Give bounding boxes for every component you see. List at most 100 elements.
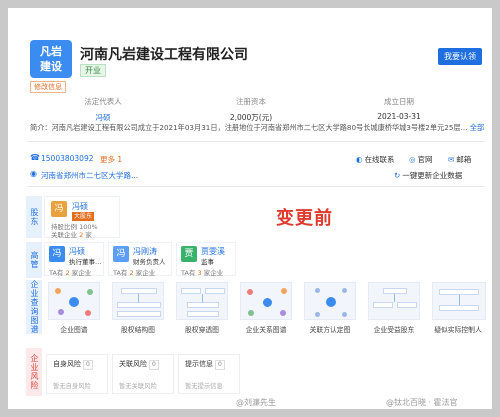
risk-title: 提示信息 0 bbox=[185, 359, 225, 370]
related-risk-card[interactable]: 关联风险 0 暂无关联风险 bbox=[112, 354, 174, 394]
executive-companies[interactable]: TA有 2 家企业 bbox=[49, 267, 91, 277]
graph-label: 股权穿透图 bbox=[185, 326, 219, 334]
executive-card[interactable]: 贾 贾雯溪 监事 TA有 3 家企业 bbox=[176, 242, 236, 277]
risk-side-label: 企业风险 bbox=[26, 348, 42, 396]
relationship-graph-thumbnail[interactable] bbox=[240, 282, 292, 320]
graph-node bbox=[263, 298, 272, 307]
website-button[interactable]: ◎ 官网 bbox=[409, 154, 433, 165]
divider bbox=[28, 141, 484, 142]
headset-icon: ◐ bbox=[356, 155, 363, 164]
executive-card[interactable]: 冯 冯刚涛 财务负责人 TA有 2 家企业 bbox=[108, 242, 172, 277]
company-description: 简介：河南凡岩建设工程有限公司成立于2021年03月31日，注册地位于河南省郑州… bbox=[30, 123, 484, 133]
executives-side-label: 高管 bbox=[26, 242, 42, 278]
online-contact-button[interactable]: ◐ 在线联系 bbox=[356, 154, 395, 165]
enterprise-graph-thumbnail[interactable] bbox=[48, 282, 100, 320]
company-count: 3 bbox=[197, 269, 202, 277]
beneficiary-thumbnail[interactable] bbox=[368, 282, 420, 320]
phone-number[interactable]: 15003803092 bbox=[41, 154, 94, 163]
graph-node bbox=[342, 288, 347, 293]
avatar: 冯 bbox=[51, 201, 67, 217]
avatar: 冯 bbox=[113, 246, 129, 262]
graph-line bbox=[459, 295, 460, 305]
notice-info-card[interactable]: 提示信息 0 暂无提示信息 bbox=[178, 354, 240, 394]
graph-box bbox=[383, 288, 407, 294]
email-button[interactable]: ✉ 邮箱 bbox=[448, 154, 471, 165]
graph-node bbox=[55, 288, 61, 294]
risk-title-text: 提示信息 bbox=[185, 360, 213, 368]
graph-node bbox=[85, 310, 91, 316]
shareholders-side-label: 股东 bbox=[26, 196, 42, 238]
address[interactable]: 河南省郑州市二七区大学路... bbox=[41, 170, 138, 181]
legal-rep-label: 法定代表人 bbox=[84, 97, 122, 106]
graph-label: 企业受益股东 bbox=[373, 326, 415, 334]
executive-card[interactable]: 冯 冯硕 执行董事… TA有 2 家企业 bbox=[44, 242, 104, 277]
graph-box bbox=[205, 288, 225, 294]
risk-count: 0 bbox=[149, 360, 159, 370]
graph-box bbox=[373, 302, 393, 308]
risk-sub: 暂无提示信息 bbox=[185, 383, 223, 390]
shareholder-card[interactable]: 冯 冯硕 大股东 持股比例 100% 关联企业 2 家 bbox=[44, 196, 120, 239]
founded-value: 2021-03-31 bbox=[377, 112, 421, 121]
graph-box bbox=[121, 288, 157, 294]
executive-role: 监事 bbox=[201, 258, 214, 266]
status-badge: 开业 bbox=[80, 64, 106, 77]
legal-rep-value[interactable]: 冯硕 bbox=[38, 112, 168, 123]
graph-label: 企业图谱 bbox=[60, 326, 88, 334]
graph-box bbox=[439, 305, 479, 311]
more-phones-link[interactable]: 更多 1 bbox=[100, 154, 122, 165]
executive-companies[interactable]: TA有 3 家企业 bbox=[181, 267, 223, 277]
risk-count: 0 bbox=[83, 360, 93, 370]
graph-node bbox=[69, 297, 79, 307]
description-more-link[interactable]: 全部 bbox=[470, 123, 484, 132]
ta-prefix: TA有 bbox=[49, 269, 64, 277]
legal-rep-block: 法定代表人 冯硕 bbox=[38, 96, 168, 123]
actual-controller-thumbnail[interactable] bbox=[432, 282, 486, 320]
graph-node bbox=[326, 297, 336, 307]
logo-line-1: 凡岩 bbox=[40, 45, 62, 58]
update-data-button[interactable]: ↻ 一键更新企业数据 bbox=[394, 170, 462, 181]
capital-block: 注册资本 2,000万(元) bbox=[186, 96, 316, 123]
self-risk-card[interactable]: 自身风险 0 暂无自身风险 bbox=[46, 354, 108, 394]
mail-icon: ✉ bbox=[448, 155, 455, 164]
phone-icon: ☎ bbox=[30, 153, 40, 162]
graph-label: 疑似实际控制人 bbox=[434, 326, 482, 334]
edit-info-tag[interactable]: 修改信息 bbox=[30, 81, 66, 93]
claim-button[interactable]: 我要认领 bbox=[438, 48, 482, 65]
executive-companies[interactable]: TA有 2 家企业 bbox=[113, 267, 155, 277]
capital-label: 注册资本 bbox=[236, 97, 266, 106]
company-suffix: 家企业 bbox=[203, 269, 224, 277]
risk-title: 关联风险 0 bbox=[119, 359, 159, 370]
avatar: 贾 bbox=[181, 246, 197, 262]
ta-prefix: TA有 bbox=[113, 269, 128, 277]
capital-value: 2,000万(元) bbox=[229, 113, 273, 122]
location-icon: ◉ bbox=[30, 169, 37, 178]
graph-line bbox=[394, 294, 395, 302]
graph-line bbox=[138, 294, 139, 302]
company-profile-page: 凡岩 建设 河南凡岩建设工程有限公司 开业 我要认领 修改信息 法定代表人 冯硕… bbox=[8, 8, 492, 409]
related-party-thumbnail[interactable] bbox=[304, 282, 356, 320]
refresh-icon: ↻ bbox=[394, 171, 401, 180]
graph-box bbox=[187, 311, 219, 317]
graph-line bbox=[202, 294, 203, 302]
founded-block: 成立日期 2021-03-31 bbox=[334, 96, 464, 121]
company-name: 河南凡岩建设工程有限公司 bbox=[80, 47, 248, 63]
risk-sub: 暂无关联风险 bbox=[119, 383, 157, 390]
online-contact-label: 在线联系 bbox=[364, 155, 395, 164]
graph-node bbox=[281, 288, 287, 294]
company-logo: 凡岩 建设 bbox=[30, 40, 72, 78]
founded-label: 成立日期 bbox=[384, 97, 414, 106]
company-suffix: 家企业 bbox=[135, 269, 156, 277]
equity-structure-thumbnail[interactable] bbox=[112, 282, 164, 320]
equity-penetration-thumbnail[interactable] bbox=[176, 282, 228, 320]
risk-title: 自身风险 0 bbox=[53, 359, 93, 370]
graph-label: 关联方认定图 bbox=[309, 326, 351, 334]
company-count: 2 bbox=[65, 269, 70, 277]
logo-line-2: 建设 bbox=[40, 60, 62, 73]
shareholder-name[interactable]: 冯硕 bbox=[72, 201, 88, 212]
graph-node bbox=[248, 310, 254, 316]
risk-title-text: 关联风险 bbox=[119, 360, 147, 368]
divider bbox=[28, 186, 484, 187]
executive-role: 财务负责人 bbox=[133, 258, 166, 266]
linked-companies[interactable]: 关联企业 2 家 bbox=[51, 229, 92, 239]
executive-role: 执行董事… bbox=[69, 258, 102, 266]
